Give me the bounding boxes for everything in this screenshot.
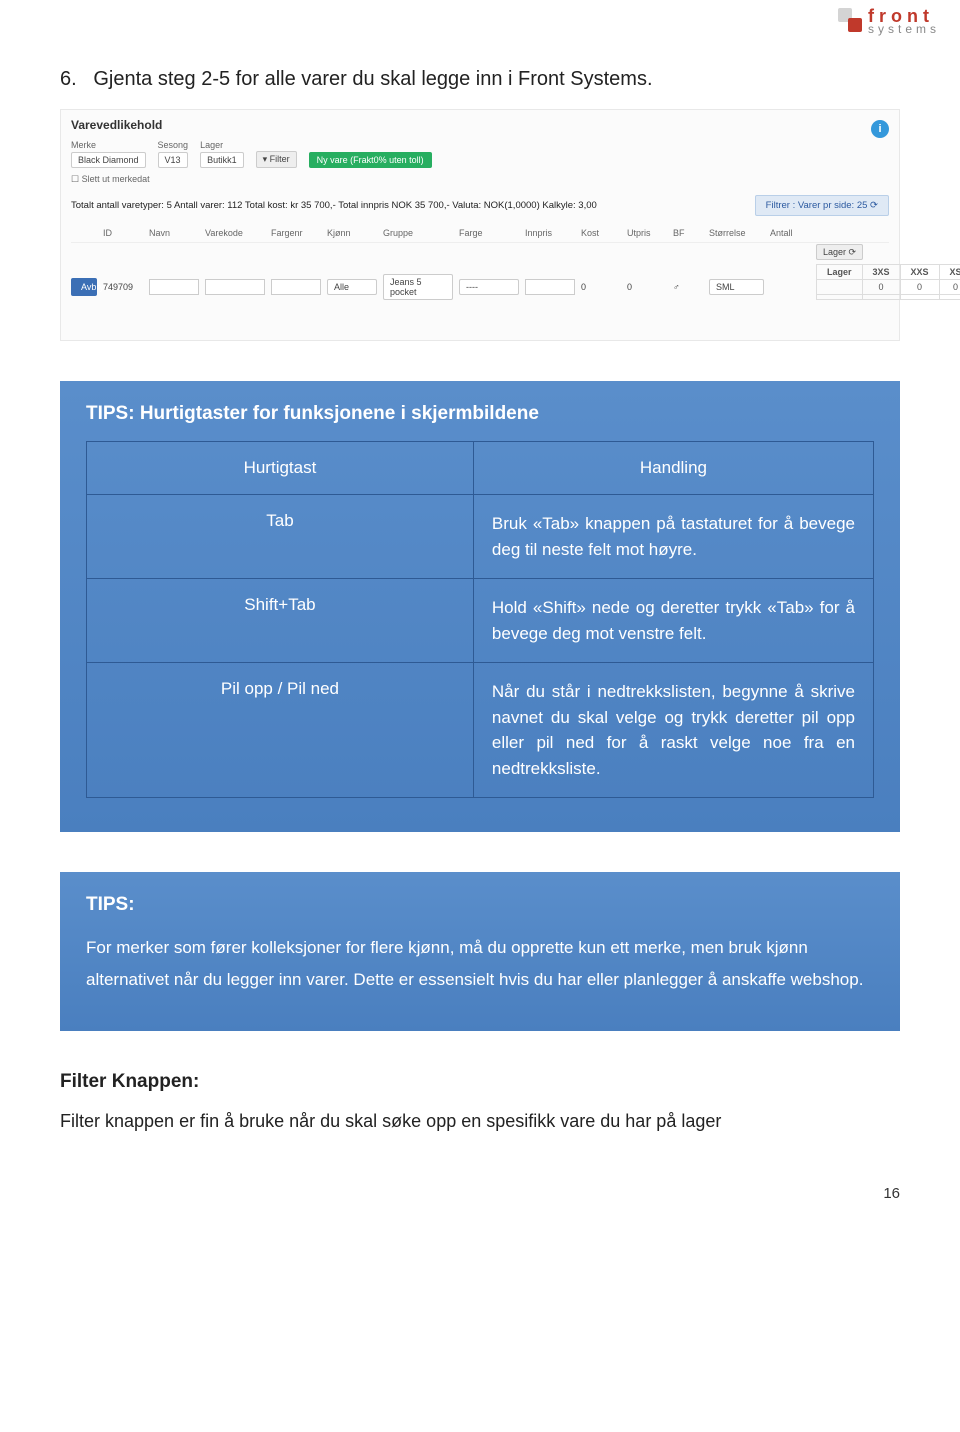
- filter-per-page-chip[interactable]: Filtrer : Varer pr side: 25 ⟳: [755, 195, 889, 216]
- filter-heading: Filter Knappen:: [60, 1071, 900, 1093]
- label-lager: Lager: [200, 140, 244, 150]
- checkbox-line[interactable]: ☐ Slett ut merkedat: [71, 174, 889, 185]
- brand-logo: front systems: [838, 8, 940, 35]
- input-innpris[interactable]: [525, 279, 575, 295]
- filter-button[interactable]: ▾ Filter: [256, 151, 297, 168]
- col-kjonn: Kjønn: [327, 228, 377, 238]
- select-gruppe[interactable]: Jeans 5 pocket: [383, 274, 453, 300]
- step-text: Gjenta steg 2-5 for alle varer du skal l…: [93, 68, 652, 90]
- col-gruppe: Gruppe: [383, 228, 453, 238]
- col-utpris: Utpris: [627, 228, 667, 238]
- col-fargenr: Fargenr: [271, 228, 321, 238]
- filter-body: Filter knappen er fin å bruke når du ska…: [60, 1107, 900, 1136]
- logo-text-2: systems: [868, 24, 940, 35]
- cell-bf: ♂: [673, 282, 703, 292]
- shortcut-row: Tab Bruk «Tab» knappen på tastaturet for…: [87, 495, 874, 579]
- key-shift-tab: Shift+Tab: [87, 579, 474, 663]
- select-sesong[interactable]: V13: [158, 152, 189, 168]
- input-fargenr[interactable]: [271, 279, 321, 295]
- th-handling: Handling: [473, 442, 873, 495]
- tips-shortcuts-panel: TIPS: Hurtigtaster for funksjonene i skj…: [60, 381, 900, 832]
- select-lager[interactable]: Butikk1: [200, 152, 244, 168]
- select-farge[interactable]: ----: [459, 279, 519, 295]
- col-storrelse: Størrelse: [709, 228, 764, 238]
- key-arrows: Pil opp / Pil ned: [87, 663, 474, 798]
- tips1-title: TIPS: Hurtigtaster for funksjonene i skj…: [86, 403, 874, 425]
- summary-text: Totalt antall varetyper: 5 Antall varer:…: [71, 200, 597, 211]
- select-kjonn[interactable]: Alle: [327, 279, 377, 295]
- label-merke: Merke: [71, 140, 146, 150]
- filter-chip-label: Filtrer : Varer pr side: 25: [766, 200, 868, 211]
- step-number: 6.: [60, 68, 77, 90]
- col-varekode: Varekode: [205, 228, 265, 238]
- page-number: 16: [60, 1185, 900, 1202]
- input-varekode[interactable]: [205, 279, 265, 295]
- logo-mark-icon: [838, 8, 864, 34]
- sizes-label: Lager: [817, 265, 863, 280]
- cell-utpris: 0: [627, 282, 667, 292]
- th-hurtigtast: Hurtigtast: [87, 442, 474, 495]
- step-heading: 6. Gjenta steg 2-5 for alle varer du ska…: [60, 68, 900, 91]
- grid-header: ID Navn Varekode Fargenr Kjønn Gruppe Fa…: [71, 224, 889, 243]
- shortcuts-table: Hurtigtast Handling Tab Bruk «Tab» knapp…: [86, 441, 874, 798]
- desc-arrows: Når du står i nedtrekkslisten, begynne å…: [473, 663, 873, 798]
- shortcut-row: Pil opp / Pil ned Når du står i nedtrekk…: [87, 663, 874, 798]
- key-tab: Tab: [87, 495, 474, 579]
- grid-row: Avbryt 749709 Alle Jeans 5 pocket ---- 0…: [71, 243, 889, 330]
- row-id: 749709: [103, 282, 143, 292]
- tips-brand-panel: TIPS: For merker som fører kolleksjoner …: [60, 872, 900, 1031]
- select-storrelse[interactable]: SML: [709, 279, 764, 295]
- avbryt-button[interactable]: Avbryt: [71, 278, 97, 296]
- col-id: ID: [103, 228, 143, 238]
- col-bf: BF: [673, 228, 703, 238]
- shortcut-row: Shift+Tab Hold «Shift» nede og deretter …: [87, 579, 874, 663]
- cell-kost: 0: [581, 282, 621, 292]
- select-merke[interactable]: Black Diamond: [71, 152, 146, 168]
- lager-toggle[interactable]: Lager ⟳: [816, 244, 863, 260]
- label-sesong: Sesong: [158, 140, 189, 150]
- filter-label: Filter: [270, 154, 290, 164]
- sizes-table: Lager 3XS XXS XS S M L XL XXL 3XL: [816, 264, 960, 300]
- tips2-title: TIPS:: [86, 894, 874, 916]
- col-kost: Kost: [581, 228, 621, 238]
- checkbox-label: Slett ut merkedat: [82, 174, 150, 184]
- new-item-button[interactable]: Ny vare (Frakt0% uten toll): [309, 152, 432, 168]
- app-title: Varevedlikehold: [71, 118, 162, 132]
- app-screenshot: Varevedlikehold i Merke Black Diamond Se…: [60, 109, 900, 341]
- col-innpris: Innpris: [525, 228, 575, 238]
- col-navn: Navn: [149, 228, 199, 238]
- input-navn[interactable]: [149, 279, 199, 295]
- tips2-body: For merker som fører kolleksjoner for fl…: [86, 932, 874, 997]
- info-icon[interactable]: i: [871, 120, 889, 138]
- desc-shift-tab: Hold «Shift» nede og deretter trykk «Tab…: [473, 579, 873, 663]
- col-farge: Farge: [459, 228, 519, 238]
- desc-tab: Bruk «Tab» knappen på tastaturet for å b…: [473, 495, 873, 579]
- col-antall: Antall: [770, 228, 810, 238]
